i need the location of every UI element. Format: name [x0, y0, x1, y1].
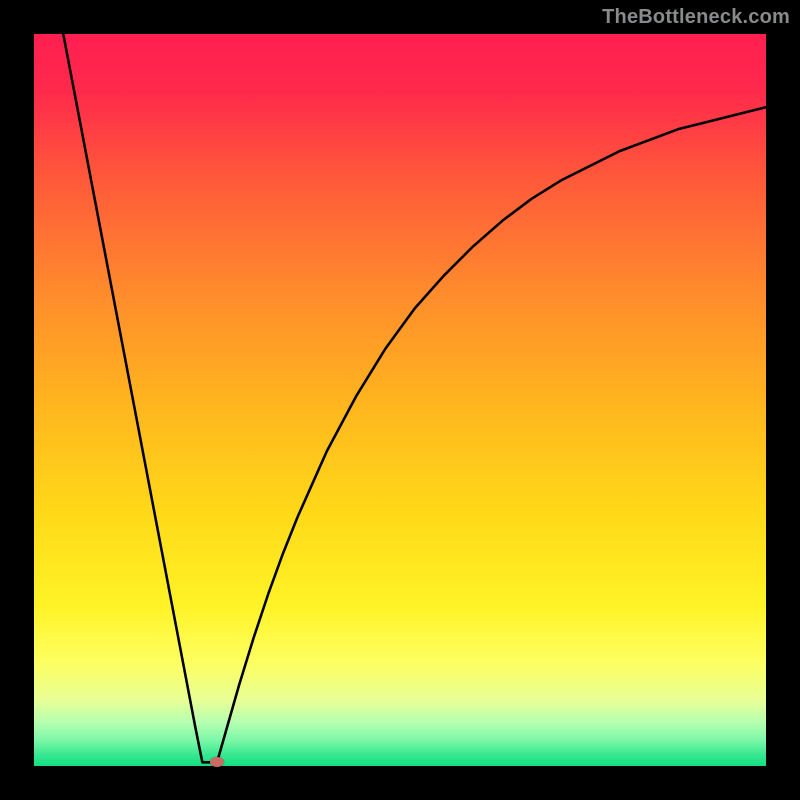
watermark-text: TheBottleneck.com [602, 6, 790, 29]
plot-area [34, 34, 766, 766]
background-gradient [34, 34, 766, 766]
minimum-marker-dot [210, 757, 224, 767]
chart-stage: TheBottleneck.com [0, 0, 800, 800]
